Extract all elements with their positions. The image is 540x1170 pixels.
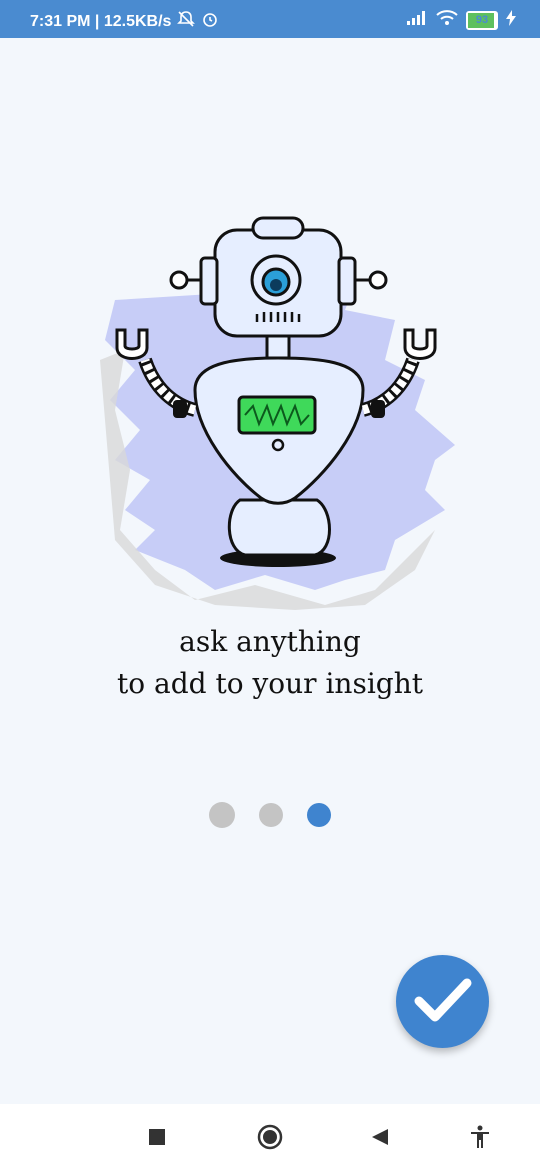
robot-illustration [95,210,455,610]
done-button[interactable] [396,955,489,1048]
accessibility-icon [469,1125,491,1153]
recents-icon [148,1128,166,1150]
check-icon [413,975,473,1029]
page-dot-1[interactable] [209,802,235,828]
charging-icon [506,10,516,31]
accessibility-button[interactable] [465,1124,495,1154]
page-dot-3-active[interactable] [307,803,331,827]
back-icon [371,1128,389,1150]
status-bar: 7:31 PM | 12.5KB/s 93 [0,0,540,38]
page-indicator [0,802,540,828]
caption-line-2: to add to your insight [117,667,423,700]
alarm-icon [201,10,219,33]
wifi-icon [436,10,458,31]
navigation-bar [0,1104,540,1170]
home-icon [257,1124,283,1154]
page-dot-2[interactable] [259,803,283,827]
mute-icon [177,10,196,33]
status-time-speed: 7:31 PM | 12.5KB/s [30,12,172,30]
battery-level: 93 [475,14,489,26]
home-button[interactable] [255,1124,285,1154]
battery-icon: 93 [466,11,498,30]
signal-icon [406,11,428,30]
recents-button[interactable] [142,1124,172,1154]
back-button[interactable] [365,1124,395,1154]
caption-line-1: ask anything [179,625,361,658]
